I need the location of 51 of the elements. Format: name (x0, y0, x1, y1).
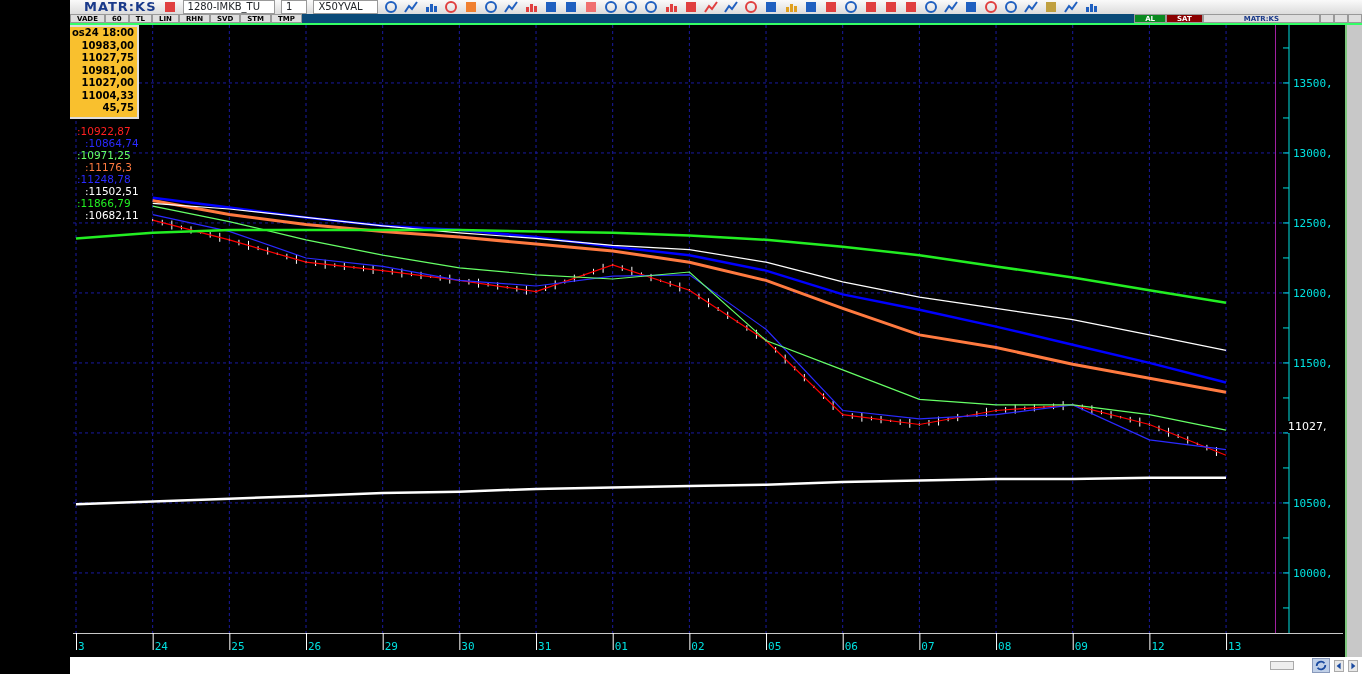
legend-value: :10971,25 (76, 149, 132, 161)
date-label: 31 (538, 640, 552, 650)
legend-value: :10864,74 (84, 137, 139, 149)
axis-label: 10000, (1293, 566, 1333, 580)
legend-value: :11248,78 (76, 173, 132, 185)
line-tool-icon[interactable] (403, 1, 418, 13)
legend-value: :10682,11 (84, 209, 139, 221)
left-arrow-icon[interactable] (1334, 659, 1344, 672)
info-value: 10983,00 (80, 39, 135, 52)
info-value: 10981,00 (80, 64, 135, 77)
date-label: 30 (461, 640, 475, 650)
legend-value: :11176,3 (84, 161, 133, 173)
date-label: 12 (1151, 640, 1165, 650)
axis-label: 12500, (1293, 216, 1333, 230)
axis-label: 13000, (1293, 146, 1333, 160)
date-label: 05 (768, 640, 782, 650)
date-label: 3 (78, 640, 85, 650)
bars-icon[interactable] (523, 1, 538, 13)
date-label: 08 (998, 640, 1012, 650)
date-label: 13 (1228, 640, 1242, 650)
info-value: 11004,33 (80, 89, 135, 102)
legend-value: :11502,51 (84, 185, 139, 197)
date-label: 06 (844, 640, 858, 650)
axis-label: 11500, (1293, 356, 1333, 370)
last-price-label: 11027, (1288, 421, 1327, 433)
axis-label: 10500, (1293, 496, 1333, 510)
legend-value: :11866,79 (76, 197, 132, 209)
date-label: 29 (384, 640, 398, 650)
bar-chart-icon[interactable] (423, 1, 438, 13)
date-label: 09 (1074, 640, 1088, 650)
list-dropdown[interactable]: 1280-IMKB_TU (182, 0, 275, 14)
period-dropdown[interactable]: 1 (281, 0, 308, 14)
app-logo: MATR:KS (84, 0, 157, 14)
date-label: 26 (308, 640, 322, 650)
symbol-dropdown[interactable]: X50YVAL (313, 0, 378, 14)
info-value: 11027,75 (80, 52, 135, 65)
date-label: 02 (691, 640, 705, 650)
refresh-icon[interactable] (1312, 658, 1330, 673)
date-label: 25 (231, 640, 245, 650)
date-label: 07 (921, 640, 935, 650)
legend-value: :10922,87 (76, 125, 132, 137)
info-value: 11027,00 (80, 77, 135, 90)
info-value: os24 18:00 (72, 27, 135, 40)
date-label: 01 (614, 640, 628, 650)
info-value: 45,75 (101, 102, 135, 115)
scrollbar[interactable] (1270, 661, 1294, 670)
right-arrow-icon[interactable] (1348, 659, 1358, 672)
axis-label: 12000, (1293, 286, 1333, 300)
axis-label: 13500, (1293, 76, 1333, 90)
line-chart-icon[interactable] (703, 1, 718, 13)
date-label: 24 (154, 640, 168, 650)
